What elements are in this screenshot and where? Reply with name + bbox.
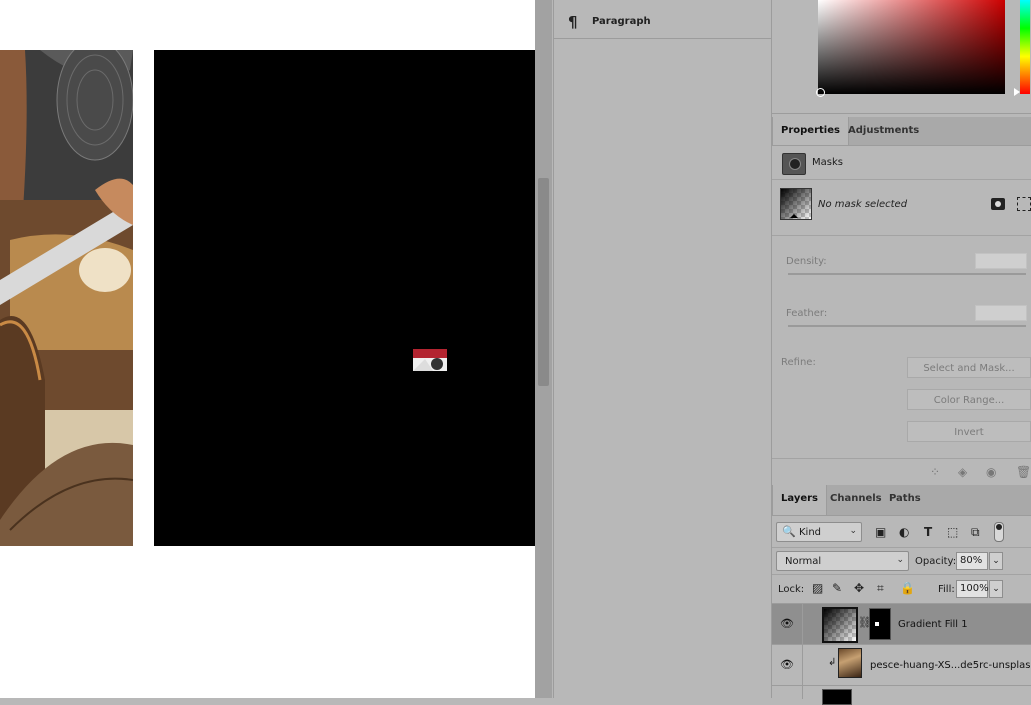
- eye-icon[interactable]: 👁: [780, 617, 794, 630]
- adjustment-filter-icon[interactable]: ◐: [899, 525, 909, 539]
- paragraph-panel: ¶ Paragraph: [553, 0, 772, 698]
- no-mask-selected-label: No mask selected: [818, 199, 908, 210]
- hue-slider-marker[interactable]: [1014, 88, 1020, 96]
- lock-transparent-icon[interactable]: ▨: [812, 581, 823, 595]
- fill-input[interactable]: 100%: [956, 580, 989, 598]
- thumbnail-triangle-icon: [790, 214, 798, 218]
- fill-label: Fill:: [938, 584, 955, 595]
- masks-label: Masks: [812, 157, 843, 168]
- select-and-mask-button[interactable]: Select and Mask...: [907, 357, 1031, 378]
- density-slider[interactable]: [788, 273, 1026, 275]
- opacity-input[interactable]: 80%: [956, 552, 988, 570]
- mask-info-row: No mask selected: [772, 180, 1031, 236]
- hue-slider[interactable]: [1020, 0, 1030, 94]
- fill-dropdown[interactable]: ⌄: [989, 580, 1003, 598]
- lock-position-icon[interactable]: ✥: [854, 581, 864, 595]
- properties-tab-bar: Properties Adjustments: [772, 117, 1031, 146]
- paragraph-label: Paragraph: [592, 16, 651, 27]
- lock-row: Lock: ▨ ✎ ✥ ⌗ 🔒 Fill: 100% ⌄: [772, 574, 1031, 603]
- lock-all-icon[interactable]: 🔒: [900, 581, 915, 595]
- layers-tab-bar: Layers Channels Paths: [772, 485, 1031, 516]
- document-canvas[interactable]: [0, 0, 535, 698]
- panel-divider: [772, 113, 1031, 114]
- lock-image-icon[interactable]: ✎: [832, 581, 842, 595]
- blend-mode-select[interactable]: Normal ⌄: [776, 551, 909, 571]
- visibility-column: [772, 686, 803, 699]
- density-input[interactable]: [975, 253, 1027, 269]
- feather-input[interactable]: [975, 305, 1027, 321]
- search-icon: 🔍: [782, 525, 796, 538]
- color-range-button[interactable]: Color Range...: [907, 389, 1031, 410]
- mask-icon: [782, 153, 806, 175]
- filter-toggle-switch[interactable]: [994, 522, 1004, 542]
- layer-name[interactable]: Gradient Fill 1: [898, 619, 968, 630]
- chevron-down-icon: ⌄: [849, 526, 857, 536]
- artboard-lock-icon[interactable]: ⌗: [877, 581, 884, 596]
- blend-row: Normal ⌄ Opacity: 80% ⌄: [772, 547, 1031, 574]
- small-photo-chip: [413, 349, 447, 371]
- tab-properties[interactable]: Properties: [772, 117, 849, 145]
- pixel-filter-icon[interactable]: ▣: [875, 525, 886, 539]
- layer-mask-thumbnail[interactable]: [869, 608, 891, 640]
- opacity-dropdown[interactable]: ⌄: [989, 552, 1003, 570]
- add-vector-mask-icon[interactable]: [1017, 197, 1031, 211]
- tab-layers[interactable]: Layers: [772, 485, 827, 515]
- color-picker-marker[interactable]: [816, 88, 825, 97]
- kind-label: Kind: [799, 527, 822, 538]
- bread-photo-image: [0, 50, 133, 546]
- tab-channels[interactable]: Channels: [822, 485, 890, 515]
- paragraph-panel-item[interactable]: ¶ Paragraph: [554, 6, 771, 39]
- bread-photo-document[interactable]: [0, 50, 133, 546]
- layer-thumbnail: [822, 689, 852, 705]
- load-selection-icon[interactable]: ⁘: [930, 465, 940, 479]
- trash-icon[interactable]: 🗑: [1016, 465, 1031, 479]
- feather-slider[interactable]: [788, 325, 1026, 327]
- layer-row-gradient-fill[interactable]: 👁 ⛓ Gradient Fill 1: [772, 603, 1031, 644]
- layer-name[interactable]: pesce-huang-XS...de5rc-unsplash: [870, 660, 1031, 671]
- black-document[interactable]: [154, 50, 535, 546]
- eye-icon[interactable]: 👁: [780, 658, 794, 671]
- refine-label: Refine:: [781, 357, 816, 368]
- opacity-label: Opacity:: [915, 556, 957, 567]
- visibility-eye-icon[interactable]: ◉: [986, 465, 996, 479]
- tab-adjustments[interactable]: Adjustments: [840, 117, 927, 145]
- right-panel: Properties Adjustments Masks No mask sel…: [772, 0, 1031, 705]
- paragraph-icon: ¶: [568, 13, 578, 31]
- lock-label: Lock:: [778, 584, 805, 595]
- properties-footer: ⁘ ◈ ◉ 🗑: [772, 458, 1031, 485]
- clipping-arrow-icon: ↲: [828, 657, 837, 668]
- apply-mask-icon[interactable]: ◈: [958, 465, 967, 479]
- layer-filter-row: 🔍 Kind ⌄ ▣ ◐ T ⬚ ⧉: [772, 517, 1031, 547]
- add-pixel-mask-icon[interactable]: [991, 198, 1005, 210]
- gradient-layer-thumbnail[interactable]: [822, 607, 858, 643]
- color-picker-field[interactable]: [818, 0, 1005, 94]
- invert-button[interactable]: Invert: [907, 421, 1031, 442]
- layer-row-partial[interactable]: [772, 685, 1031, 705]
- feather-label: Feather:: [786, 308, 828, 319]
- chevron-down-icon: ⌄: [896, 555, 904, 565]
- canvas-scrollbar-thumb[interactable]: [538, 178, 549, 386]
- blend-mode-value: Normal: [785, 556, 822, 567]
- masks-row: Masks: [772, 147, 1031, 180]
- kind-filter-select[interactable]: 🔍 Kind ⌄: [776, 522, 862, 542]
- density-label: Density:: [786, 256, 827, 267]
- smart-object-filter-icon[interactable]: ⧉: [971, 525, 980, 540]
- shape-filter-icon[interactable]: ⬚: [947, 525, 958, 539]
- layer-row-photo[interactable]: 👁 ↲ pesce-huang-XS...de5rc-unsplash: [772, 644, 1031, 685]
- smart-object-thumbnail[interactable]: [838, 648, 862, 678]
- tab-paths[interactable]: Paths: [881, 485, 929, 515]
- type-filter-icon[interactable]: T: [924, 525, 932, 539]
